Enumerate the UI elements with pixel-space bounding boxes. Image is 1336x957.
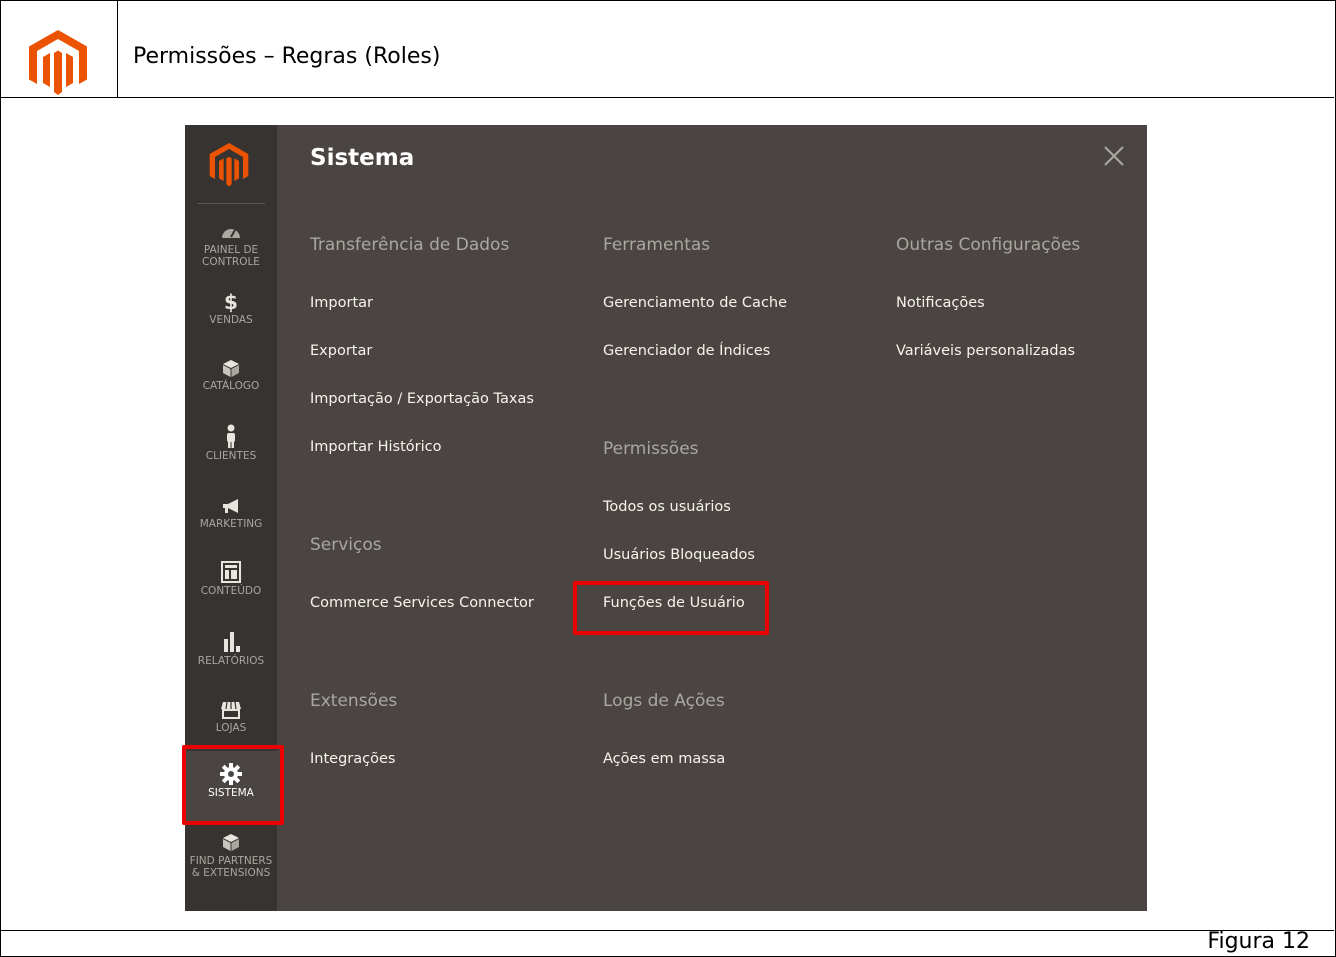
sidebar-item-content[interactable]: CONTEÚDO bbox=[185, 561, 277, 597]
layout-icon bbox=[221, 561, 241, 583]
sidebar-item-customers[interactable]: CLIENTES bbox=[185, 424, 277, 462]
sidebar-item-label: FIND PARTNERS bbox=[189, 855, 273, 867]
sidebar-item-dashboard[interactable]: PAINEL DE CONTROLE bbox=[185, 222, 277, 268]
magento-admin-screenshot: PAINEL DE CONTROLE $ VENDAS CATÁLOGO CLI… bbox=[182, 125, 1147, 911]
sidebar-item-label: CONTEÚDO bbox=[200, 585, 262, 597]
close-icon[interactable] bbox=[1103, 145, 1125, 167]
megaphone-icon bbox=[223, 499, 238, 513]
section-tools: Ferramentas bbox=[603, 235, 711, 255]
menu-link-cache-management[interactable]: Gerenciamento de Cache bbox=[603, 295, 787, 311]
caption-divider bbox=[0, 930, 1334, 931]
document-logo-cell bbox=[0, 0, 118, 97]
sidebar-item-label: RELATÓRIOS bbox=[197, 655, 265, 667]
sidebar-item-label: VENDAS bbox=[209, 314, 253, 326]
section-services: Serviços bbox=[310, 535, 382, 555]
document-title: Permissões – Regras (Roles) bbox=[133, 44, 441, 69]
menu-link-notifications[interactable]: Notificações bbox=[896, 295, 985, 311]
box-icon bbox=[223, 360, 239, 377]
menu-link-locked-users[interactable]: Usuários Bloqueados bbox=[603, 547, 755, 563]
section-action-logs: Logs de Ações bbox=[603, 691, 725, 711]
sidebar-item-label: CONTROLE bbox=[202, 256, 260, 268]
sidebar-item-label: & EXTENSIONS bbox=[191, 867, 271, 879]
menu-link-import-history[interactable]: Importar Histórico bbox=[310, 439, 441, 455]
magento-logo-icon bbox=[29, 30, 87, 95]
menu-link-export[interactable]: Exportar bbox=[310, 343, 372, 359]
sidebar-item-label: CLIENTES bbox=[205, 450, 257, 462]
user-roles-highlight bbox=[573, 581, 769, 635]
sidebar-item-catalog[interactable]: CATÁLOGO bbox=[185, 358, 277, 392]
sidebar-item-stores[interactable]: LOJAS bbox=[185, 700, 277, 734]
sidebar-item-label: MARKETING bbox=[199, 518, 263, 530]
sidebar-item-label: PAINEL DE bbox=[203, 244, 259, 256]
menu-link-commerce-services-connector[interactable]: Commerce Services Connector bbox=[310, 595, 534, 611]
menu-link-index-management[interactable]: Gerenciador de Índices bbox=[603, 343, 770, 359]
sidebar-item-sales[interactable]: $ VENDAS bbox=[185, 292, 277, 326]
sidebar-item-label: CATÁLOGO bbox=[202, 380, 260, 392]
magento-logo-icon bbox=[209, 143, 249, 187]
panel-title: Sistema bbox=[310, 145, 415, 171]
figure-caption: Figura 12 bbox=[1207, 929, 1310, 954]
dashboard-icon bbox=[222, 229, 240, 238]
menu-link-import-export-tax[interactable]: Importação / Exportação Taxas bbox=[310, 391, 534, 407]
menu-link-all-users[interactable]: Todos os usuários bbox=[603, 499, 731, 515]
menu-link-custom-variables[interactable]: Variáveis personalizadas bbox=[896, 343, 1075, 359]
sidebar-divider bbox=[197, 203, 265, 204]
sidebar-item-marketing[interactable]: MARKETING bbox=[185, 496, 277, 530]
section-permissions: Permissões bbox=[603, 439, 699, 459]
sidebar-item-find-partners[interactable]: FIND PARTNERS & EXTENSIONS bbox=[185, 833, 277, 879]
section-data-transfer: Transferência de Dados bbox=[310, 235, 510, 255]
blocks-icon bbox=[223, 834, 239, 851]
person-icon bbox=[227, 424, 235, 448]
sidebar-item-reports[interactable]: RELATÓRIOS bbox=[185, 631, 277, 667]
menu-link-bulk-actions[interactable]: Ações em massa bbox=[603, 751, 725, 767]
admin-sidebar: PAINEL DE CONTROLE $ VENDAS CATÁLOGO CLI… bbox=[182, 125, 284, 911]
section-extensions: Extensões bbox=[310, 691, 398, 711]
sidebar-system-highlight bbox=[182, 745, 284, 825]
dollar-icon: $ bbox=[224, 290, 238, 314]
menu-link-import[interactable]: Importar bbox=[310, 295, 373, 311]
bar-chart-icon bbox=[224, 632, 240, 652]
section-other-settings: Outras Configurações bbox=[896, 235, 1081, 255]
document-header: Permissões – Regras (Roles) bbox=[0, 0, 1334, 98]
sidebar-item-label: LOJAS bbox=[215, 722, 247, 734]
store-icon bbox=[221, 701, 241, 719]
menu-link-integrations[interactable]: Integrações bbox=[310, 751, 395, 767]
